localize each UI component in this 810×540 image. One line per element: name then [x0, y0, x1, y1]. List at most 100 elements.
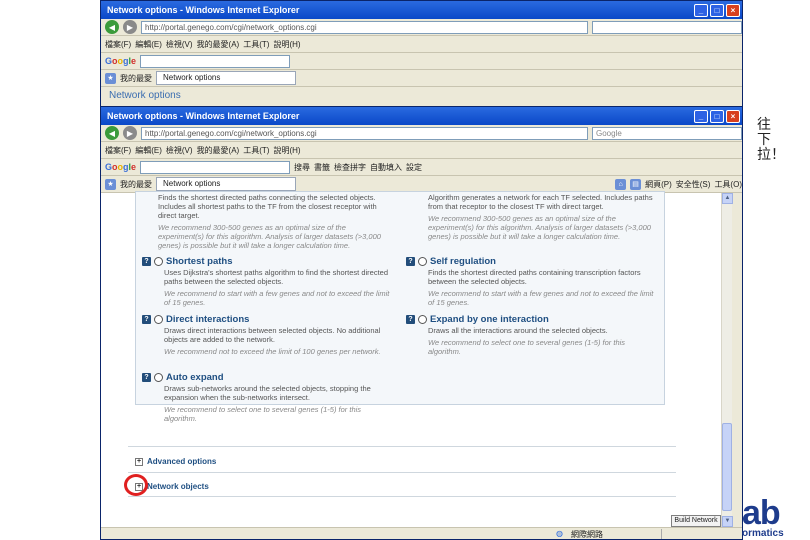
menu-favorites[interactable]: 我的最愛(A) — [197, 145, 240, 156]
option-description: Draws direct interactions between select… — [164, 326, 381, 344]
scroll-up-icon[interactable]: ▲ — [722, 193, 733, 204]
section-divider — [128, 496, 676, 497]
logo-subtext: ormatics — [742, 528, 784, 539]
safety-menu[interactable]: 安全性(S) — [676, 179, 711, 190]
help-icon[interactable]: ? — [142, 373, 151, 382]
close-icon[interactable]: × — [726, 3, 740, 17]
scroll-down-icon[interactable]: ▼ — [722, 516, 733, 527]
star-icon[interactable]: ★ — [105, 72, 116, 84]
google-search-button[interactable]: 搜尋 — [294, 162, 310, 173]
globe-icon: ◍ — [556, 529, 563, 538]
google-logo: Google — [105, 162, 137, 172]
option-recommendation: We recommend to start with a few genes a… — [428, 289, 654, 307]
option-description: Algorithm generates a network for each T… — [428, 193, 653, 211]
help-icon[interactable]: ? — [406, 257, 415, 266]
minimize-icon[interactable]: _ — [694, 3, 708, 17]
back-arrow-icon[interactable]: ◀ — [105, 20, 119, 34]
front-menu-bar: 檔案(F) 編輯(E) 檢視(V) 我的最愛(A) 工具(T) 說明(H) — [101, 142, 742, 159]
back-window-title: Network options - Windows Internet Explo… — [107, 5, 300, 15]
forward-arrow-icon[interactable]: ▶ — [123, 126, 137, 140]
star-icon[interactable]: ★ — [105, 178, 116, 190]
spellcheck-button[interactable]: 檢查拼字 — [334, 162, 366, 173]
google-search-box[interactable] — [140, 160, 291, 174]
menu-favorites[interactable]: 我的最愛(A) — [197, 39, 240, 50]
option-title: Auto expand — [166, 372, 224, 383]
maximize-icon[interactable]: □ — [710, 3, 724, 17]
favorites-center[interactable]: 我的最愛 — [120, 179, 152, 190]
advanced-options-toggle[interactable]: + Advanced options — [135, 457, 216, 466]
algorithm-options-card: Finds the shortest directed paths connec… — [135, 191, 665, 423]
highlight-circle — [124, 474, 148, 496]
back-address-bar: ◀ ▶ http://portal.genego.com/cgi/network… — [101, 19, 742, 36]
option-title: Expand by one interaction — [430, 314, 549, 325]
option-recommendation: We recommend to select one to several ge… — [428, 338, 626, 356]
option-recommendation: We recommend 300-500 genes as an optimal… — [158, 223, 381, 250]
tools-menu[interactable]: 工具(O) — [714, 179, 742, 190]
option-description: Draws all the interactions around the se… — [428, 326, 608, 335]
settings-button[interactable]: 設定 — [406, 162, 422, 173]
menu-help[interactable]: 說明(H) — [273, 145, 300, 156]
front-tab[interactable]: Network options — [156, 177, 296, 191]
maximize-icon[interactable]: □ — [710, 109, 724, 123]
back-page-heading: Network options — [109, 90, 181, 101]
back-arrow-icon[interactable]: ◀ — [105, 126, 119, 140]
back-google-bar: Google — [101, 53, 742, 70]
front-search-field[interactable]: Google — [592, 126, 742, 140]
back-url-field[interactable]: http://portal.genego.com/cgi/network_opt… — [141, 20, 588, 34]
close-icon[interactable]: × — [726, 109, 740, 123]
menu-edit[interactable]: 編輯(E) — [135, 39, 162, 50]
home-icon[interactable]: ⌂ — [615, 178, 627, 190]
menu-file[interactable]: 檔案(F) — [105, 145, 131, 156]
scroll-thumb[interactable] — [722, 423, 732, 511]
back-search-field[interactable] — [592, 20, 742, 34]
option-description: Finds the shortest directed paths connec… — [158, 193, 377, 220]
section-divider — [128, 472, 676, 473]
section-divider — [128, 446, 676, 447]
menu-file[interactable]: 檔案(F) — [105, 39, 131, 50]
forward-arrow-icon[interactable]: ▶ — [123, 20, 137, 34]
option-recommendation: We recommend not to exceed the limit of … — [164, 347, 381, 356]
print-icon[interactable]: ▤ — [630, 178, 642, 190]
menu-view[interactable]: 檢視(V) — [166, 39, 193, 50]
option-expand-by-one: ? Expand by one interaction Draws all th… — [406, 314, 656, 356]
menu-help[interactable]: 說明(H) — [273, 39, 300, 50]
option-recommendation: We recommend to select one to several ge… — [164, 405, 362, 423]
bookmarks-button[interactable]: 書籤 — [314, 162, 330, 173]
option-description: Finds the shortest directed paths contai… — [428, 268, 641, 286]
top-left-partial: Finds the shortest directed paths connec… — [136, 192, 386, 250]
help-icon[interactable]: ? — [406, 315, 415, 324]
front-title-bar: Network options - Windows Internet Explo… — [101, 107, 742, 125]
back-menu-bar: 檔案(F) 編輯(E) 檢視(V) 我的最愛(A) 工具(T) 說明(H) — [101, 36, 742, 53]
radio-shortest-paths[interactable] — [154, 257, 163, 266]
page-menu[interactable]: 網頁(P) — [645, 179, 672, 190]
help-icon[interactable]: ? — [142, 315, 151, 324]
zoom-level[interactable] — [661, 529, 731, 539]
network-objects-label: Network objects — [147, 482, 209, 491]
side-annotation: 往下拉！ — [757, 117, 785, 163]
back-tab-bar: ★ 我的最愛 Network options — [101, 70, 742, 87]
minimize-icon[interactable]: _ — [694, 109, 708, 123]
radio-expand-by-one[interactable] — [418, 315, 427, 324]
vertical-scrollbar[interactable]: ▲ ▼ — [721, 193, 733, 527]
option-recommendation: We recommend 300-500 genes as an optimal… — [428, 214, 651, 241]
build-network-button[interactable]: Build Network — [671, 515, 721, 527]
radio-self-regulation[interactable] — [418, 257, 427, 266]
radio-auto-expand[interactable] — [154, 373, 163, 382]
option-title: Self regulation — [430, 256, 496, 267]
menu-tools[interactable]: 工具(T) — [243, 145, 269, 156]
autofill-button[interactable]: 自動填入 — [370, 162, 402, 173]
help-icon[interactable]: ? — [142, 257, 151, 266]
menu-tools[interactable]: 工具(T) — [243, 39, 269, 50]
front-url-field[interactable]: http://portal.genego.com/cgi/network_opt… — [141, 126, 588, 140]
radio-direct-interactions[interactable] — [154, 315, 163, 324]
option-auto-expand: ? Auto expand Draws sub-networks around … — [142, 372, 392, 423]
option-direct-interactions: ? Direct interactions Draws direct inter… — [142, 314, 392, 356]
menu-edit[interactable]: 編輯(E) — [135, 145, 162, 156]
expand-icon[interactable]: + — [135, 457, 143, 466]
option-self-regulation: ? Self regulation Finds the shortest dir… — [406, 256, 656, 307]
back-title-bar: Network options - Windows Internet Explo… — [101, 1, 742, 19]
favorites-center[interactable]: 我的最愛 — [120, 73, 152, 84]
google-search-box[interactable] — [140, 54, 291, 68]
back-tab[interactable]: Network options — [156, 71, 296, 85]
menu-view[interactable]: 檢視(V) — [166, 145, 193, 156]
